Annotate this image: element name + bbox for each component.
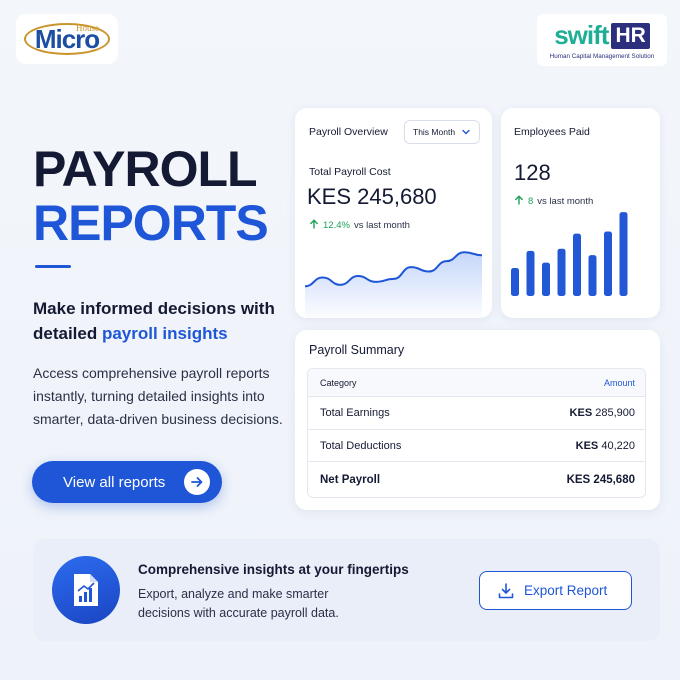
employees-bar [542, 262, 550, 296]
period-select-value: This Month [413, 127, 456, 137]
chevron-down-icon [461, 127, 471, 139]
banner-text: Export, analyze and make smarter decisio… [138, 587, 339, 620]
total-payroll-cost-value: KES 245,680 [307, 184, 437, 209]
payroll-trend-chart [304, 251, 483, 318]
employees-change-value: 8 [528, 196, 534, 207]
col-amount: Amount [603, 377, 635, 388]
banner-heading: Comprehensive insights at your fingertip… [138, 562, 409, 577]
row-amount-value: 285,900 [595, 407, 635, 419]
employees-bar [573, 233, 581, 296]
export-report-label: Export Report [524, 583, 608, 598]
arrow-up-icon [514, 195, 524, 208]
insights-banner: Comprehensive insights at your fingertip… [33, 539, 660, 641]
row-amount: KES 245,680 [567, 474, 635, 486]
summary-table: Category Amount Total Earnings KES 285,9… [307, 368, 646, 498]
table-row: Total Deductions KES 40,220 [308, 430, 645, 462]
employees-value: 128 [514, 160, 551, 185]
row-amount: KES 40,220 [576, 440, 635, 452]
table-header: Category Amount [308, 369, 645, 397]
employees-bar-chart [511, 212, 628, 296]
subhead-highlight: payroll insights [101, 324, 228, 343]
row-currency: KES [566, 473, 591, 486]
employees-bar [526, 250, 535, 296]
row-category: Net Payroll [320, 473, 381, 486]
logo-hr-box: HR [611, 22, 650, 49]
table-row-total: Net Payroll KES 245,680 [308, 462, 645, 497]
row-amount-value: 40,220 [601, 439, 635, 452]
col-category: Category [320, 377, 357, 388]
employees-bar [619, 212, 628, 296]
view-all-reports-button[interactable]: View all reports [32, 461, 222, 503]
employees-bar [588, 255, 597, 296]
page-title-line1: PAYROLL [33, 141, 258, 197]
row-category: Total Earnings [320, 407, 390, 419]
employees-title: Employees Paid [514, 126, 590, 138]
title-underline [35, 265, 71, 268]
hero-description: Access comprehensive payroll reports ins… [33, 365, 283, 427]
download-icon [497, 582, 515, 603]
micro-house-logo: House Micro [16, 14, 118, 64]
employees-bar [604, 231, 612, 296]
employees-trend: 8 vs last month [514, 195, 593, 208]
row-amount: KES 285,900 [570, 407, 635, 419]
total-payroll-cost-label: Total Payroll Cost [309, 166, 391, 178]
hero-subhead: Make informed decisions with detailed pa… [33, 296, 283, 346]
logo-swift-word: swift [554, 20, 609, 50]
swifthr-logo: swift HR Human Capital Management Soluti… [537, 14, 667, 66]
logo-micro-text: Micro [34, 23, 100, 54]
page-title-line2: REPORTS [33, 195, 269, 251]
row-amount-value: 245,680 [593, 473, 635, 486]
summary-title: Payroll Summary [309, 343, 405, 357]
row-category: Total Deductions [320, 439, 402, 452]
arrow-right-icon [184, 469, 210, 495]
trend-area [305, 252, 482, 318]
period-select[interactable]: This Month [404, 120, 480, 144]
row-currency: KES [569, 407, 593, 419]
employees-bar [511, 268, 519, 296]
overview-title: Payroll Overview [309, 126, 388, 138]
view-all-reports-label: View all reports [63, 473, 166, 491]
row-currency: KES [575, 439, 599, 452]
employees-change-suffix: vs last month [537, 196, 594, 207]
export-report-button[interactable]: Export Report [479, 571, 632, 610]
employees-paid-card: Employees Paid 128 8 vs last month [501, 108, 660, 318]
report-document-icon [52, 556, 120, 624]
logo-tagline: Human Capital Management Solution [549, 53, 655, 60]
payroll-summary-card: Payroll Summary Category Amount Total Ea… [295, 330, 660, 510]
payroll-overview-card: Payroll Overview This Month Total Payrol… [295, 108, 492, 318]
employees-bar [557, 248, 566, 296]
table-row: Total Earnings KES 285,900 [308, 397, 645, 430]
